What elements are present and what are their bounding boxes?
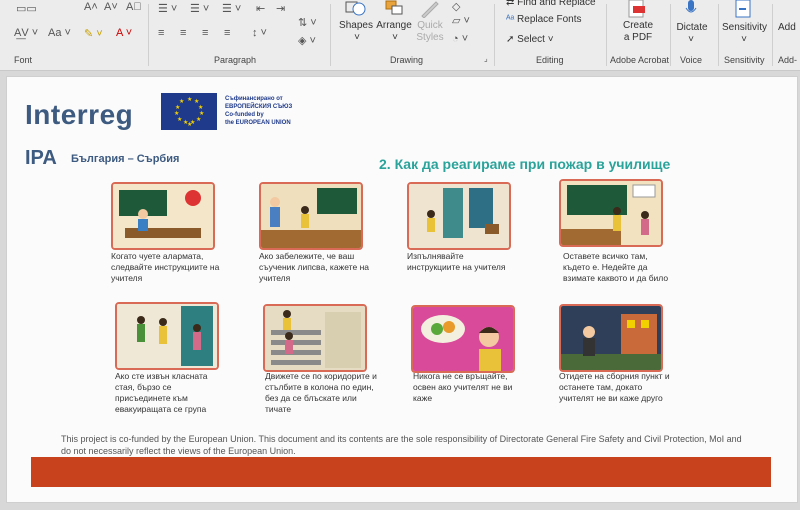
find-replace-button[interactable]: ⇄ Find and Replace bbox=[506, 0, 596, 8]
replace-icon: ⇄ bbox=[506, 0, 518, 8]
svg-text:★: ★ bbox=[177, 116, 182, 123]
select-button[interactable]: ➚ Select ˅ bbox=[506, 34, 554, 45]
separator bbox=[330, 4, 331, 66]
caption-6: Движете се по коридорите и стълбите в ко… bbox=[265, 371, 377, 414]
disclaimer-text: This project is co-funded by the Europea… bbox=[61, 434, 742, 456]
illustration-join-group bbox=[115, 302, 219, 370]
separator bbox=[494, 4, 495, 66]
chevron-down-icon[interactable]: ˅ bbox=[686, 34, 696, 45]
section-heading: 2. Как да реагираме при пожар в училище bbox=[379, 156, 671, 172]
quick-styles-icon[interactable] bbox=[420, 0, 440, 19]
clear-format-icon[interactable]: A⃠ bbox=[126, 1, 142, 13]
shapes-icon[interactable] bbox=[344, 0, 366, 16]
separator bbox=[148, 4, 149, 66]
shading-icon[interactable]: ◈ ˅ bbox=[298, 34, 316, 47]
illustration-missing-classmate bbox=[259, 182, 363, 250]
font-group-label: Font bbox=[14, 55, 33, 65]
highlight-icon[interactable]: ✎ ˅ bbox=[84, 27, 103, 40]
document-page[interactable]: Interreg ★ ★ ★ ★ ★ ★ ★ ★ ★ ★ ★ ★ Съфинансирано о… bbox=[6, 76, 798, 503]
justify-icon[interactable]: ≡ bbox=[224, 27, 230, 39]
cursor-icon: ➚ bbox=[506, 34, 518, 45]
adobe-group-label: Adobe Acrobat bbox=[610, 55, 670, 65]
svg-text:★: ★ bbox=[187, 96, 192, 103]
ipa-subtitle: България – Сърбия bbox=[71, 153, 180, 165]
illustration-leave-belongings bbox=[559, 179, 663, 247]
editing-group-label: Editing bbox=[536, 55, 564, 65]
illustration-follow-teacher bbox=[407, 182, 511, 250]
shape-outline-icon[interactable]: ▱ ˅ bbox=[452, 14, 470, 27]
shapes-button[interactable]: Shapes bbox=[338, 20, 374, 31]
change-case-icon[interactable]: Aa ˅ bbox=[48, 27, 71, 39]
caption-7: Никога не се връщайте, освен ако учителя… bbox=[413, 371, 513, 403]
arrange-icon[interactable] bbox=[384, 0, 404, 16]
addins-button[interactable]: Add bbox=[778, 22, 800, 33]
find-replace-label: Find and Replace bbox=[517, 0, 596, 8]
sensitivity-button[interactable]: Sensitivity bbox=[722, 22, 767, 33]
decrease-indent-icon[interactable]: ⇤ bbox=[256, 2, 265, 15]
increase-indent-icon[interactable]: ⇥ bbox=[276, 2, 285, 15]
font-color-icon[interactable]: A ˅ bbox=[116, 27, 132, 39]
sensitivity-group-label: Sensitivity bbox=[724, 55, 765, 65]
caption-8: Отидете на сборния пункт и останете там,… bbox=[559, 371, 670, 403]
illustration-stairs bbox=[263, 304, 367, 372]
svg-text:★: ★ bbox=[179, 98, 184, 105]
align-center-icon[interactable]: ≡ bbox=[180, 27, 186, 39]
bullets-icon[interactable]: ☰ ˅ bbox=[158, 2, 177, 15]
ipa-logo: IPA bbox=[25, 147, 57, 169]
dictate-button[interactable]: Dictate bbox=[674, 22, 710, 33]
illustration-alarm bbox=[111, 182, 215, 250]
select-label: Select bbox=[517, 34, 545, 45]
caption-4: Оставете всичко там, където е. Недейте д… bbox=[563, 251, 669, 283]
multilevel-icon[interactable]: ☰ ˅ bbox=[222, 2, 241, 15]
replace-fonts-icon: ᴬᵃ bbox=[506, 14, 518, 25]
paragraph-group-label: Paragraph bbox=[214, 55, 257, 65]
shape-fill-icon[interactable]: ◇ bbox=[452, 0, 460, 13]
chevron-down-icon[interactable]: ˅ bbox=[390, 32, 400, 43]
replace-fonts-button[interactable]: ᴬᵃ Replace Fonts bbox=[506, 14, 582, 25]
arrange-button[interactable]: Arrange bbox=[374, 20, 414, 31]
illustration-dont-return bbox=[411, 305, 515, 373]
footer-bar bbox=[31, 457, 771, 487]
caption-3: Изпълнявайте инструкциите на учителя bbox=[407, 251, 506, 272]
separator bbox=[670, 4, 671, 66]
line-spacing-icon[interactable]: ↕ ˅ bbox=[252, 27, 267, 39]
text-effects-icon[interactable]: A͟V ˅ bbox=[14, 27, 38, 39]
align-right-icon[interactable]: ≡ bbox=[202, 27, 208, 39]
shape-effects-icon[interactable]: ◔ ˅ bbox=[452, 33, 468, 45]
sort-icon[interactable]: ⇅ ˅ bbox=[298, 16, 317, 29]
chevron-down-icon: ˅ bbox=[544, 34, 554, 45]
dialog-launcher-icon[interactable]: ⌟ bbox=[484, 54, 488, 63]
svg-text:★: ★ bbox=[196, 116, 201, 123]
chevron-down-icon[interactable]: ˅ bbox=[739, 34, 749, 45]
replace-fonts-label: Replace Fonts bbox=[517, 14, 582, 25]
voice-group-label: Voice bbox=[680, 55, 703, 65]
svg-text:★: ★ bbox=[175, 104, 180, 111]
ribbon: ▭▭ A˄ A˅ A⃠ A͟V ˅ Aa ˅ ✎ ˅ A ˅ Font ☰ ˅ … bbox=[0, 0, 800, 71]
microphone-icon[interactable] bbox=[684, 0, 698, 18]
interreg-logo: Interreg bbox=[25, 99, 134, 130]
addins-group-label: Add- bbox=[778, 55, 798, 65]
drawing-group-label: Drawing bbox=[390, 55, 424, 65]
chevron-down-icon[interactable]: ˅ bbox=[352, 32, 362, 43]
shrink-font-icon[interactable]: A˅ bbox=[104, 1, 118, 13]
quick-styles-button[interactable]: Quick Styles bbox=[410, 20, 450, 44]
illustration-assembly-point bbox=[559, 304, 663, 372]
grow-font-icon[interactable]: A˄ bbox=[84, 1, 98, 13]
numbering-icon[interactable]: ☰ ˅ bbox=[190, 2, 209, 15]
caption-2: Ако забележите, че ваш съученик липсва, … bbox=[259, 251, 369, 283]
pdf-icon[interactable] bbox=[626, 0, 648, 18]
separator bbox=[772, 4, 773, 66]
svg-text:★: ★ bbox=[187, 121, 192, 128]
separator bbox=[718, 4, 719, 66]
sensitivity-icon[interactable] bbox=[734, 0, 752, 18]
caption-5: Ако сте извън класната стая, бързо се пр… bbox=[115, 371, 208, 414]
align-left-icon[interactable]: ≡ bbox=[158, 27, 164, 39]
svg-text:★: ★ bbox=[174, 110, 179, 117]
font-size-box[interactable]: ▭▭ bbox=[16, 2, 37, 15]
eu-cofunded-text: Съфинансирано от ЕВРОПЕЙСКИЯ СЪЮЗ Co-fun… bbox=[225, 96, 293, 126]
create-pdf-button[interactable]: Create a PDF bbox=[616, 20, 660, 44]
separator bbox=[606, 4, 607, 66]
eu-flag-icon: ★ ★ ★ ★ ★ ★ ★ ★ ★ ★ ★ ★ bbox=[161, 93, 217, 130]
caption-1: Когато чуете алармата, следвайте инструк… bbox=[111, 251, 220, 283]
